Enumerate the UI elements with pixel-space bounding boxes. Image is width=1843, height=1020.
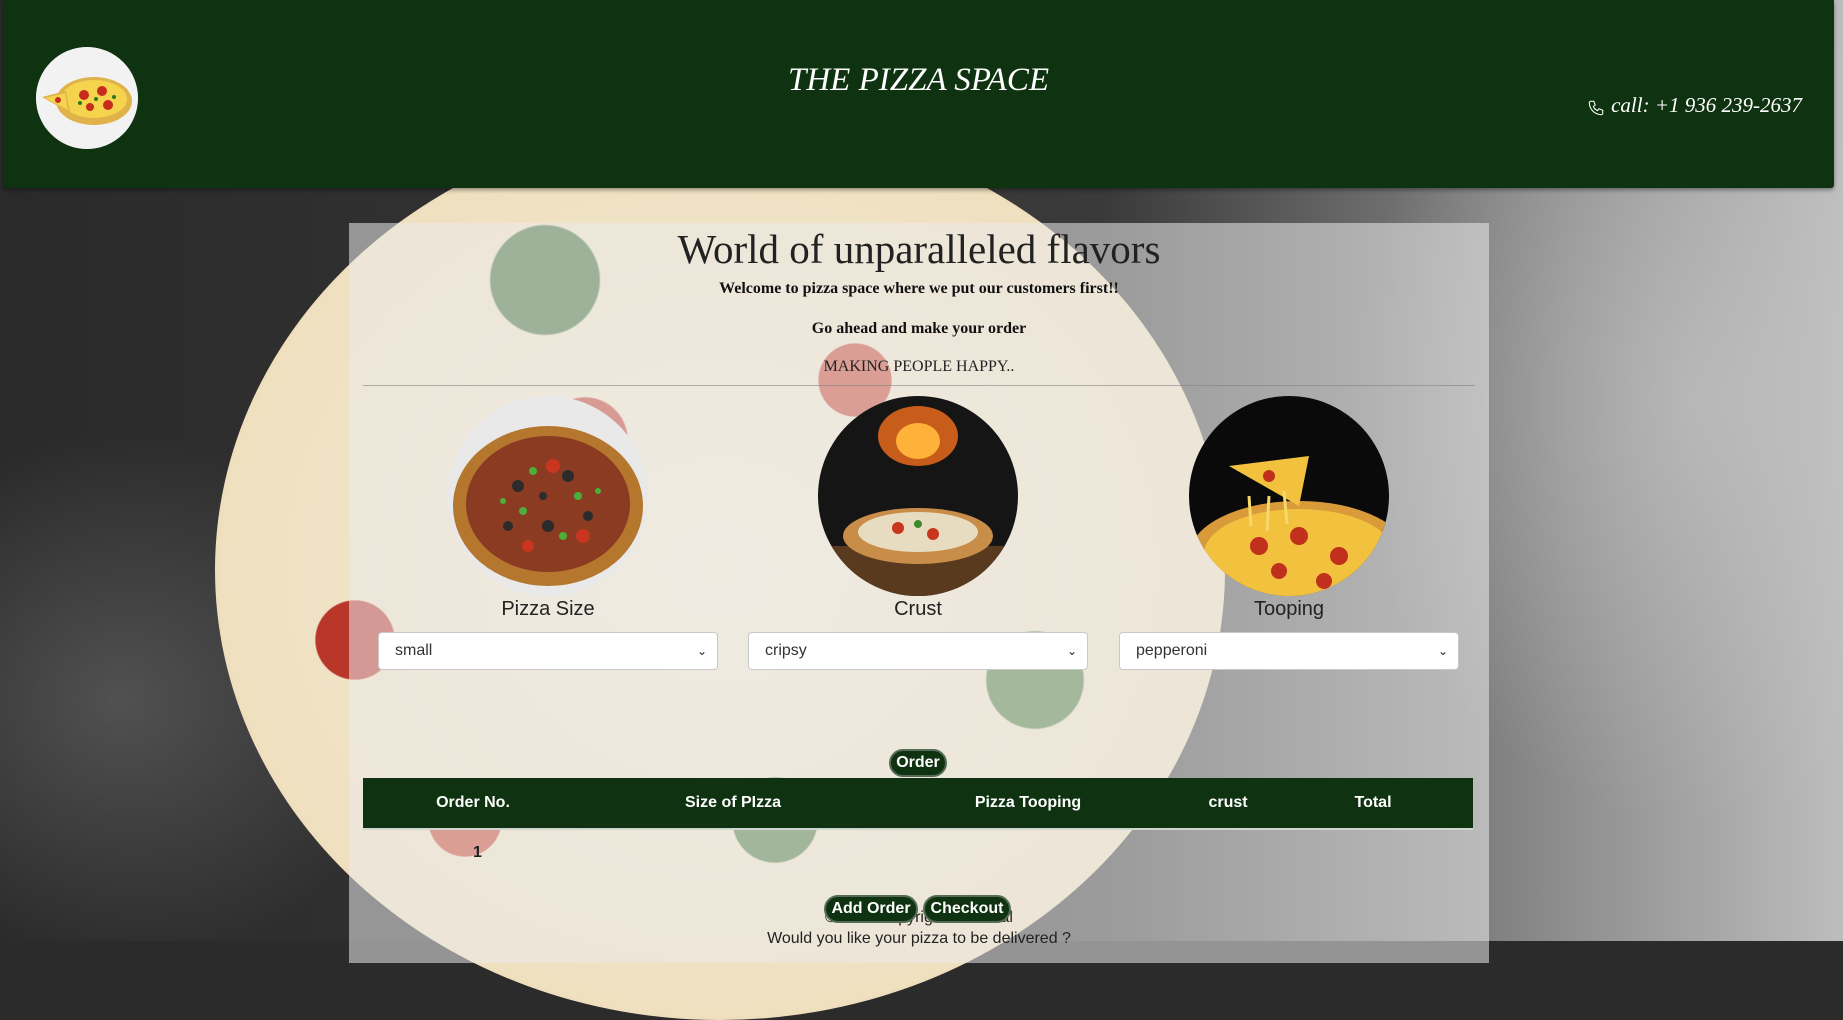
divider — [363, 385, 1475, 386]
header-topping: Pizza Tooping — [974, 794, 1082, 811]
phone-contact[interactable]: call: +1 936 239-2637 — [1587, 93, 1802, 118]
site-title: THE PIZZA SPACE — [788, 62, 1049, 98]
topping-column: Tooping pepperoni ⌄ — [1119, 396, 1459, 670]
topping-selected: pepperoni — [1136, 642, 1208, 659]
delivery-question: Would you like your pizza to be delivere… — [767, 930, 1071, 947]
header-size: Size of PIzza — [684, 794, 782, 811]
topping-label: Tooping — [1253, 598, 1325, 620]
order-table-header: Order No. Size of PIzza Pizza Tooping cr… — [363, 778, 1473, 830]
chevron-down-icon: ⌄ — [1437, 644, 1448, 658]
page-headline: World of unparalleled flavors — [677, 226, 1161, 272]
chevron-down-icon: ⌄ — [696, 644, 707, 658]
crust-column: Crust cripsy ⌄ — [748, 396, 1088, 670]
crust-select[interactable]: cripsy ⌄ — [748, 632, 1088, 670]
copyright-text: © 2021 copyright Phoenial — [825, 909, 1013, 926]
header-total: Total — [1354, 794, 1392, 811]
pizza-size-column: Pizza Size small ⌄ — [378, 396, 718, 670]
header-order-no: Order No. — [436, 794, 510, 811]
topping-image — [1189, 396, 1389, 596]
order-button[interactable]: Order — [889, 749, 947, 777]
pizza-size-image — [448, 396, 648, 596]
pizza-size-selected: small — [395, 642, 433, 659]
table-row-order-no: 1 — [473, 844, 482, 861]
phone-number: call: +1 936 239-2637 — [1611, 93, 1802, 117]
order-panel: World of unparalleled flavors Welcome to… — [349, 223, 1489, 963]
header-crust: crust — [1208, 794, 1248, 811]
site-header: THE PIZZA SPACE call: +1 936 239-2637 — [3, 0, 1834, 188]
chevron-down-icon: ⌄ — [1066, 644, 1077, 658]
crust-image — [818, 396, 1018, 596]
pizza-size-select[interactable]: small ⌄ — [378, 632, 718, 670]
welcome-text: Welcome to pizza space where we put our … — [719, 280, 1119, 297]
crust-selected: cripsy — [765, 642, 807, 659]
topping-select[interactable]: pepperoni ⌄ — [1119, 632, 1459, 670]
pizza-size-label: Pizza Size — [501, 598, 595, 620]
order-prompt-text: Go ahead and make your order — [811, 320, 1027, 337]
phone-icon — [1588, 100, 1604, 116]
tagline-text: MAKING PEOPLE HAPPY.. — [823, 358, 1015, 375]
crust-label: Crust — [894, 598, 942, 620]
add-order-button[interactable]: Add Order — [824, 895, 918, 923]
checkout-button[interactable]: Checkout — [923, 895, 1011, 923]
